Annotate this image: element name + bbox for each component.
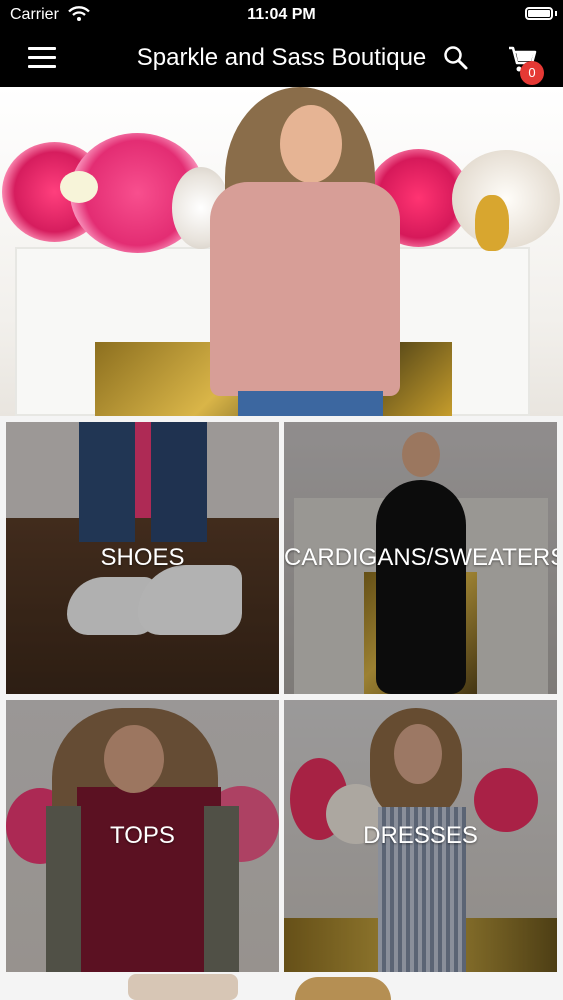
gold-pineapple [475, 195, 509, 251]
product-image-fragment [128, 974, 238, 1000]
category-label: DRESSES [363, 822, 478, 849]
category-grid: SHOES CARDIGANS/SWEATERS TOPS DRESSES [0, 416, 563, 1000]
next-row-preview [0, 974, 563, 1000]
product-image-fragment [295, 977, 391, 1000]
category-label: TOPS [110, 822, 175, 849]
model-photo [200, 87, 413, 416]
category-label: SHOES [100, 544, 185, 571]
category-tile-cardigans-sweaters[interactable]: CARDIGANS/SWEATERS [284, 422, 557, 694]
battery-tip [555, 11, 557, 16]
category-label: CARDIGANS/SWEATERS [284, 544, 557, 571]
category-tile-dresses[interactable]: DRESSES [284, 700, 557, 972]
category-tile-shoes[interactable]: SHOES [6, 422, 279, 694]
white-flower [60, 171, 98, 203]
cart-count-badge: 0 [520, 61, 544, 85]
battery-icon [525, 7, 553, 20]
clock: 11:04 PM [247, 6, 316, 23]
hero-banner[interactable] [0, 87, 563, 416]
status-bar: Carrier 11:04 PM [0, 0, 563, 30]
search-icon[interactable] [443, 45, 469, 71]
category-tile-tops[interactable]: TOPS [6, 700, 279, 972]
app-title: Sparkle and Sass Boutique [136, 44, 427, 71]
app-header: Sparkle and Sass Boutique 0 [0, 30, 563, 87]
